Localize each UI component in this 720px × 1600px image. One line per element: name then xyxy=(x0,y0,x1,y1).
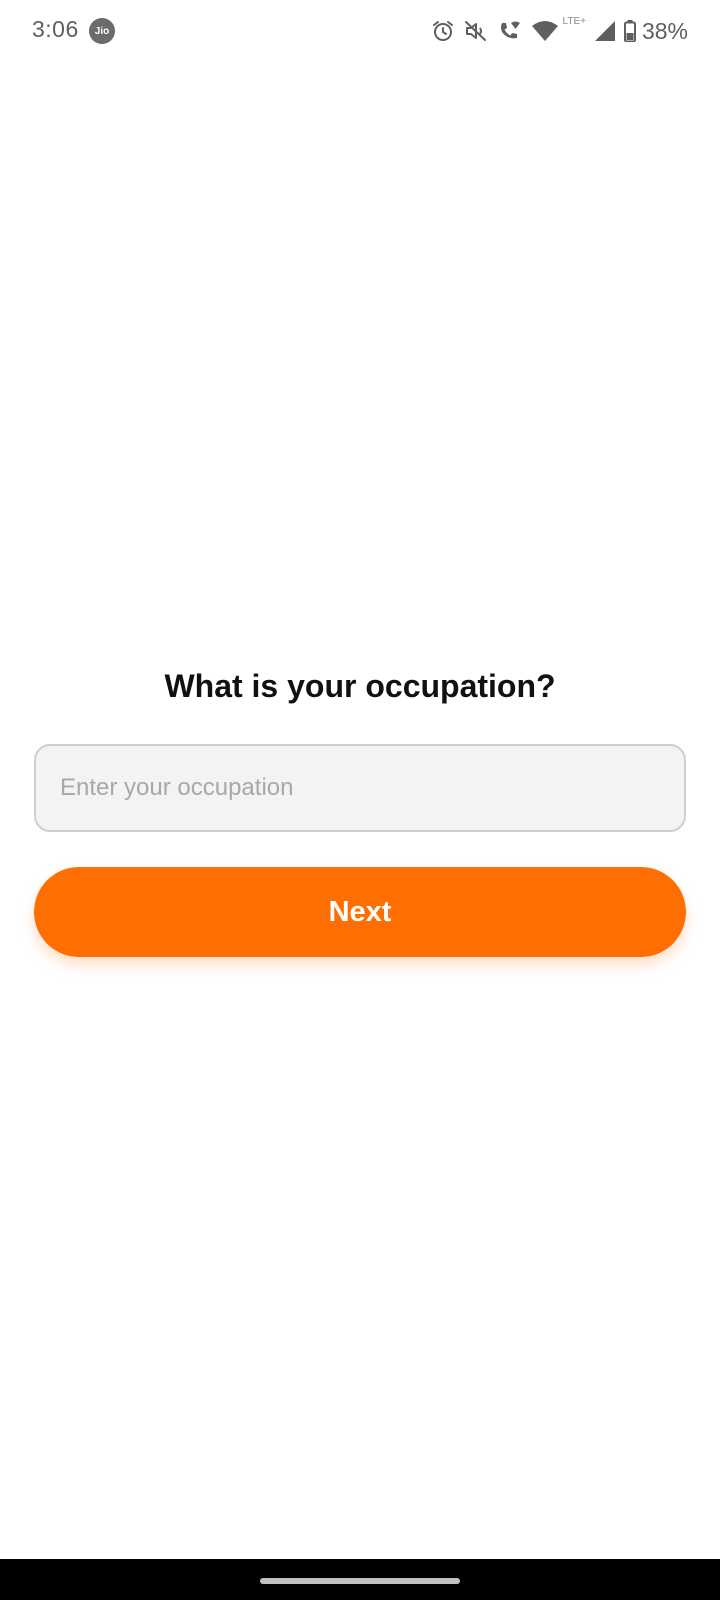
network-type-label: LTE+ xyxy=(562,16,586,27)
navigation-bar xyxy=(0,1559,720,1600)
occupation-question: What is your occupation? xyxy=(164,668,556,704)
occupation-input[interactable] xyxy=(36,746,684,830)
wifi-calling-icon xyxy=(497,19,523,43)
mute-icon xyxy=(463,19,489,43)
screen: 3:06 Jio LTE+ 38% What is your occupatio… xyxy=(0,0,720,1600)
signal-icon xyxy=(594,20,616,42)
battery-percent: 38% xyxy=(641,17,688,44)
alarm-icon xyxy=(431,19,455,43)
carrier-badge: Jio xyxy=(89,18,115,44)
battery-icon xyxy=(623,20,636,42)
home-gesture-handle[interactable] xyxy=(260,1578,460,1584)
occupation-input-container[interactable] xyxy=(34,744,686,832)
next-button[interactable]: Next xyxy=(34,867,686,957)
wifi-icon xyxy=(531,19,559,43)
status-icons: LTE+ 38% xyxy=(431,14,688,48)
status-bar: 3:06 Jio LTE+ 38% xyxy=(0,0,720,62)
status-time: 3:06 xyxy=(32,16,79,42)
